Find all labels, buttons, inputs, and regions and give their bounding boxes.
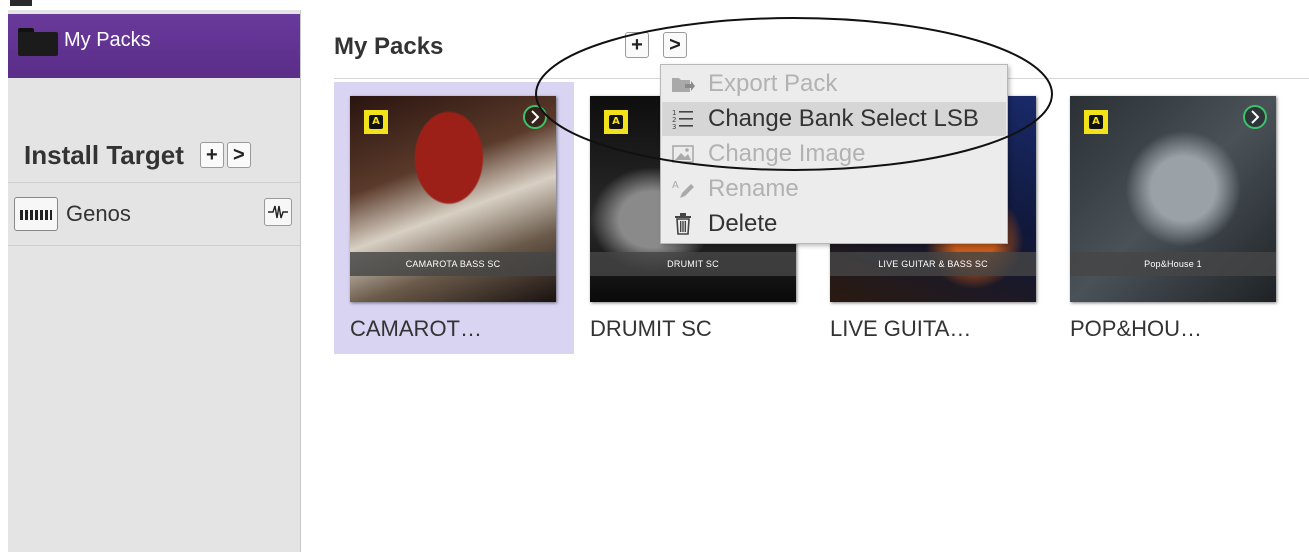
pack-label: POP&HOU… xyxy=(1070,316,1203,341)
app-icon xyxy=(10,0,32,6)
menu-item-delete[interactable]: Delete xyxy=(662,207,1006,241)
menu-item-change-bank-select-lsb[interactable]: 1 2 3 Change Bank Select LSB xyxy=(662,102,1006,136)
pack-caption: Pop&House 1 xyxy=(1070,252,1276,276)
numbered-list-icon: 1 2 3 xyxy=(670,107,696,131)
go-arrow-icon[interactable] xyxy=(1242,104,1268,130)
menu-item-rename[interactable]: A Rename xyxy=(662,172,1006,206)
artist-badge-icon: A xyxy=(604,110,628,134)
add-target-button[interactable]: + xyxy=(199,142,224,168)
target-item-genos[interactable]: Genos xyxy=(8,182,300,246)
rename-icon: A xyxy=(670,177,696,201)
menu-item-label: Export Pack xyxy=(708,70,838,97)
menu-item-change-image[interactable]: Change Image xyxy=(662,137,1006,171)
pack-label: DRUMIT SC xyxy=(590,316,712,341)
install-target-header: Install Target + > xyxy=(24,138,296,172)
artist-badge-icon: A xyxy=(364,110,388,134)
pack-label: LIVE GUITA… xyxy=(830,316,972,341)
export-pack-icon xyxy=(670,72,696,96)
pack-caption: LIVE GUITAR & BASS SC xyxy=(830,252,1036,276)
menu-item-label: Change Image xyxy=(708,140,866,167)
sidebar-item-label: My Packs xyxy=(64,28,151,51)
pack-menu-button[interactable]: > xyxy=(663,32,687,58)
artist-badge-icon: A xyxy=(1084,110,1108,134)
pack-tile[interactable]: A Pop&House 1 POP&HOU… xyxy=(1054,82,1294,354)
page-title: My Packs xyxy=(334,33,444,60)
menu-item-label: Delete xyxy=(708,210,778,237)
menu-item-label: Change Bank Select LSB xyxy=(708,105,979,132)
pack-tile[interactable]: A CAMAROTA BASS SC CAMAROT… xyxy=(334,82,574,354)
install-target-title: Install Target xyxy=(24,139,184,170)
pack-thumbnail: A CAMAROTA BASS SC xyxy=(350,96,556,302)
target-next-button[interactable]: > xyxy=(226,142,251,168)
context-menu: Export Pack 1 2 3 Change Bank Select LSB… xyxy=(660,64,1008,244)
keyboard-icon xyxy=(14,197,58,231)
waveform-icon xyxy=(268,205,288,219)
target-name: Genos xyxy=(66,201,131,226)
image-icon xyxy=(670,142,696,166)
pack-caption: DRUMIT SC xyxy=(590,252,796,276)
sidebar-item-my-packs[interactable]: My Packs xyxy=(8,14,300,78)
pack-label: CAMAROT… xyxy=(350,316,482,341)
waveform-button[interactable] xyxy=(264,198,292,226)
svg-text:A: A xyxy=(672,180,679,191)
title-bar xyxy=(0,0,1309,10)
pack-thumbnail: A Pop&House 1 xyxy=(1070,96,1276,302)
svg-text:3: 3 xyxy=(672,123,676,130)
folder-icon xyxy=(18,28,58,56)
add-pack-button[interactable]: + xyxy=(625,32,649,58)
menu-item-label: Rename xyxy=(708,175,799,202)
pack-caption: CAMAROTA BASS SC xyxy=(350,252,556,276)
go-arrow-icon[interactable] xyxy=(522,104,548,130)
sidebar: My Packs Install Target + > Genos xyxy=(8,10,301,552)
trash-icon xyxy=(670,212,696,236)
menu-item-export-pack[interactable]: Export Pack xyxy=(662,67,1006,101)
